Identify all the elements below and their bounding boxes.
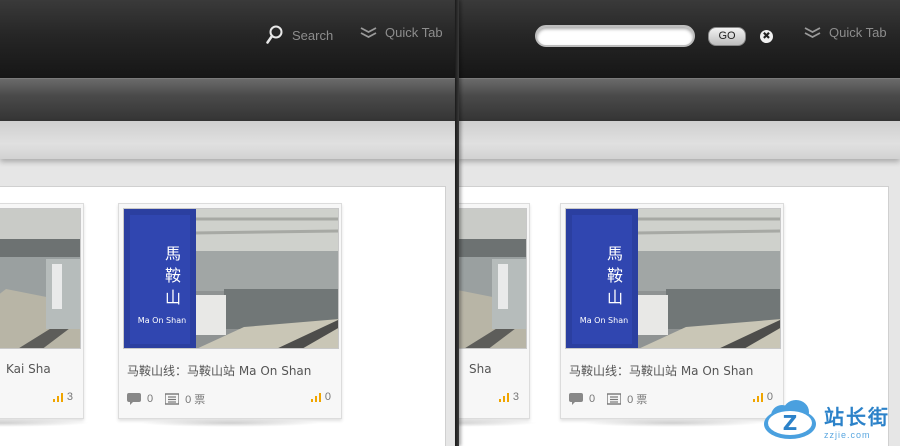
vote-list-icon: [607, 393, 622, 405]
photo-card[interactable]: 馬 鞍 山 Ma On Shan 马鞍山线：马鞍山站 Ma On Shan 0 …: [118, 203, 342, 419]
hot-count: 3: [52, 391, 73, 403]
top-bar: Search Quick Tab: [0, 0, 458, 78]
hot-count-value: 3: [512, 391, 519, 403]
svg-text:Ma On Shan: Ma On Shan: [580, 316, 628, 325]
signal-bars-icon: [498, 392, 509, 402]
comment-icon: [569, 393, 583, 405]
svg-text:Ma On Shan: Ma On Shan: [138, 316, 186, 325]
photo-card[interactable]: Kai Sha 3: [0, 203, 84, 419]
comment-count: 0: [147, 393, 154, 405]
station-photo: [0, 209, 80, 348]
vote-count: 0 票: [627, 394, 648, 406]
watermark-text: 站长街 zzjie.com: [824, 401, 890, 440]
photo-card[interactable]: 馬 鞍 山 Ma On Shan 马鞍山线：马鞍山站 Ma On Shan 0 …: [560, 203, 784, 419]
card-shadow: [140, 419, 320, 427]
search-icon: [266, 25, 283, 44]
signal-bars-icon: [52, 392, 63, 402]
hot-count: 3: [498, 391, 519, 403]
vote-count: 0 票: [185, 394, 206, 406]
svg-text:馬: 馬: [165, 244, 181, 263]
photo-thumbnail[interactable]: 馬 鞍 山 Ma On Shan: [565, 208, 781, 349]
station-photo: 馬 鞍 山 Ma On Shan: [566, 209, 780, 348]
search-link[interactable]: Search: [266, 25, 333, 45]
card-meta: 0 0 票: [127, 391, 217, 407]
search-input[interactable]: [535, 25, 695, 47]
svg-text:鞍: 鞍: [165, 266, 181, 285]
hot-count-value: 0: [324, 391, 331, 403]
cloud-logo-icon: Z: [764, 400, 816, 439]
card-title: Kai Sha: [6, 362, 51, 376]
sub-nav-bar: [458, 78, 900, 121]
double-chevron-down-icon: [360, 26, 377, 38]
svg-text:鞍: 鞍: [607, 266, 623, 285]
header-shade: [0, 121, 458, 159]
comment-count: 0: [589, 393, 596, 405]
quick-tab-link[interactable]: Quick Tab: [804, 25, 887, 40]
top-bar: GO ✖ Quick Tab: [458, 0, 900, 78]
comment-icon: [127, 393, 141, 405]
site-watermark: Z 站长街 zzjie.com: [762, 398, 890, 442]
svg-text:Z: Z: [783, 411, 798, 435]
photo-thumbnail[interactable]: 馬 鞍 山 Ma On Shan: [123, 208, 339, 349]
svg-text:山: 山: [607, 288, 623, 307]
card-title: Sha: [469, 362, 492, 376]
photo-card[interactable]: Sha 3: [458, 203, 530, 419]
watermark-cn: 站长街: [824, 404, 890, 429]
header-shade: [458, 121, 900, 159]
quick-tab-label: Quick Tab: [385, 25, 443, 40]
signal-bars-icon: [310, 392, 321, 402]
photo-thumbnail[interactable]: [458, 208, 527, 349]
quick-tab-label: Quick Tab: [829, 25, 887, 40]
watermark-en: zzjie.com: [824, 429, 871, 440]
hot-count: 0: [310, 391, 331, 403]
card-shadow: [582, 419, 762, 427]
card-title: 马鞍山线：马鞍山站 Ma On Shan: [127, 364, 312, 378]
station-photo: [458, 209, 526, 348]
double-chevron-down-icon: [804, 26, 821, 38]
svg-text:山: 山: [165, 288, 181, 307]
hot-count-value: 3: [66, 391, 73, 403]
pane-divider: [455, 0, 459, 446]
quick-tab-link[interactable]: Quick Tab: [360, 25, 443, 40]
station-photo: 馬 鞍 山 Ma On Shan: [124, 209, 338, 348]
right-pane: GO ✖ Quick Tab Sha 3 馬 鞍 山 Ma On Shan 马鞍…: [458, 0, 900, 446]
photo-thumbnail[interactable]: [0, 208, 81, 349]
sub-nav-bar: [0, 78, 458, 121]
vote-list-icon: [165, 393, 180, 405]
close-icon[interactable]: ✖: [760, 30, 773, 43]
card-meta: 0 0 票: [569, 391, 659, 407]
left-pane: Search Quick Tab Kai Sha 3 馬 鞍 山 Ma On S…: [0, 0, 458, 446]
svg-text:馬: 馬: [607, 244, 623, 263]
go-button[interactable]: GO: [708, 27, 746, 46]
search-label: Search: [292, 27, 334, 43]
card-title: 马鞍山线：马鞍山站 Ma On Shan: [569, 364, 754, 378]
